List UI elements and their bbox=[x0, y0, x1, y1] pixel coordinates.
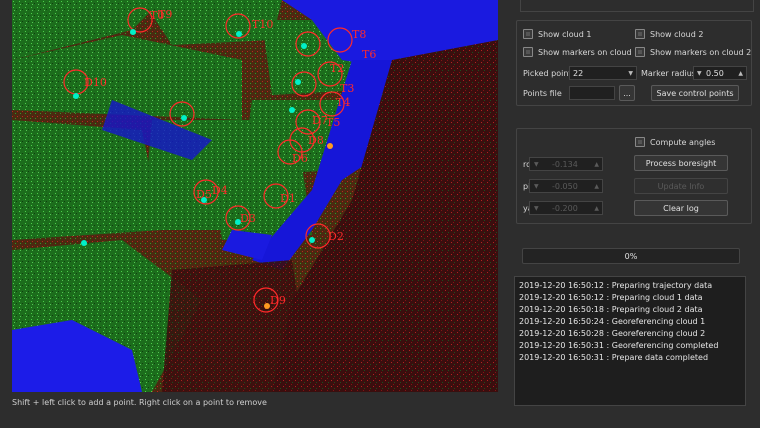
cloud-settings-group: Show cloud 1 Show cloud 2 Show markers o… bbox=[516, 20, 752, 106]
spin-up-icon[interactable]: ▲ bbox=[594, 183, 599, 190]
spin-down-icon[interactable]: ▼ bbox=[534, 205, 539, 212]
log-line: 2019-12-20 16:50:12 : Preparing trajecto… bbox=[519, 281, 713, 290]
picked-points-select[interactable]: 22 ▼ bbox=[569, 66, 637, 80]
pitch-value: -0.050 bbox=[552, 181, 578, 191]
marker-label: T10 bbox=[252, 18, 273, 31]
marker-label: T3 bbox=[340, 82, 354, 95]
checkbox-box[interactable] bbox=[635, 29, 645, 39]
marker-label: D5 bbox=[196, 188, 212, 201]
spin-up-icon[interactable]: ▲ bbox=[738, 70, 743, 77]
checkbox-box[interactable] bbox=[635, 47, 645, 57]
point-cloud-viewport[interactable]: T0 T9 T10 T8 T6 T2 T3 T4 T5 D7 D8 D6 D5 D4 D3 D1 D2 D9 D10 bbox=[12, 0, 498, 392]
clear-log-button[interactable]: Clear log bbox=[634, 200, 728, 216]
show-cloud-2-label: Show cloud 2 bbox=[650, 29, 704, 39]
marker-label: D6 bbox=[292, 152, 308, 165]
checkbox-box[interactable] bbox=[523, 29, 533, 39]
marker-radius-value: 0.50 bbox=[706, 68, 724, 78]
checkbox-box[interactable] bbox=[523, 47, 533, 57]
compute-angles-checkbox[interactable]: Compute angles bbox=[635, 137, 715, 147]
marker-label: T8 bbox=[352, 28, 366, 41]
show-markers-cloud-2-checkbox[interactable]: Show markers on cloud 2 bbox=[635, 47, 751, 57]
show-markers-cloud-1-checkbox[interactable]: Show markers on cloud 1 bbox=[523, 47, 639, 57]
marker-label: D9 bbox=[270, 294, 286, 307]
roll-value: -0.134 bbox=[552, 159, 578, 169]
log-line: 2019-12-20 16:50:31 : Prepare data compl… bbox=[519, 353, 709, 362]
roll-spinbox-field[interactable]: ▼ -0.134 ▲ bbox=[529, 157, 603, 171]
marker-label: T4 bbox=[336, 96, 350, 109]
compute-angles-label: Compute angles bbox=[650, 137, 716, 147]
show-cloud-1-label: Show cloud 1 bbox=[538, 29, 592, 39]
log-line: 2019-12-20 16:50:24 : Georeferencing clo… bbox=[519, 317, 706, 326]
show-cloud-1-checkbox[interactable]: Show cloud 1 bbox=[523, 29, 591, 39]
pitch-spinbox[interactable]: ▼ -0.050 ▲ bbox=[529, 179, 603, 193]
marker-label: D2 bbox=[328, 230, 344, 243]
update-info-button[interactable]: Update Info bbox=[634, 178, 728, 194]
process-boresight-button[interactable]: Process boresight bbox=[634, 155, 728, 171]
log-line: 2019-12-20 16:50:12 : Preparing cloud 1 … bbox=[519, 293, 703, 302]
spin-down-icon[interactable]: ▼ bbox=[534, 161, 539, 168]
spin-down-icon[interactable]: ▼ bbox=[534, 183, 539, 190]
progress-text: 0% bbox=[624, 251, 638, 261]
points-file-input[interactable] bbox=[569, 86, 615, 100]
spin-down-icon[interactable]: ▼ bbox=[697, 70, 702, 77]
picked-points-value: 22 bbox=[573, 68, 584, 78]
marker-label: D8 bbox=[308, 134, 324, 147]
marker-radius-label: Marker radius bbox=[641, 69, 696, 78]
log-output[interactable]: 2019-12-20 16:50:12 : Preparing trajecto… bbox=[514, 276, 746, 406]
marker-label: T9 bbox=[158, 8, 172, 21]
marker-label: T6 bbox=[362, 48, 376, 61]
log-line: 2019-12-20 16:50:18 : Preparing cloud 2 … bbox=[519, 305, 703, 314]
marker-label: D7 bbox=[312, 114, 328, 127]
marker-label: T2 bbox=[330, 62, 344, 75]
points-file-label: Points file bbox=[523, 89, 562, 98]
status-hint: Shift + left click to add a point. Right… bbox=[12, 398, 267, 407]
log-line: 2019-12-20 16:50:31 : Georeferencing com… bbox=[519, 341, 719, 350]
dropdown-arrow-icon: ▼ bbox=[628, 69, 633, 77]
panel-top-strip bbox=[520, 0, 754, 12]
spin-up-icon[interactable]: ▲ bbox=[594, 205, 599, 212]
checkbox-box[interactable] bbox=[635, 137, 645, 147]
show-markers-cloud-2-label: Show markers on cloud 2 bbox=[650, 47, 752, 57]
yaw-value: -0.200 bbox=[552, 203, 578, 213]
marker-label: D3 bbox=[240, 212, 256, 225]
marker-label: D1 bbox=[280, 192, 296, 205]
marker-label: T5 bbox=[326, 116, 340, 129]
boresight-group: Compute angles roll ▼ -0.134 ▲ pitch ▼ -… bbox=[516, 128, 752, 224]
marker-label: D10 bbox=[84, 76, 107, 89]
browse-button[interactable]: ... bbox=[619, 85, 635, 101]
point-cloud-render[interactable]: T0T9T10T8T6T2T3T4T5D7D8D6D5 D4D3D1D2D9D10 bbox=[12, 0, 498, 392]
picked-points-label: Picked points bbox=[523, 69, 576, 78]
progress-bar: 0% bbox=[522, 248, 740, 264]
spin-up-icon[interactable]: ▲ bbox=[594, 161, 599, 168]
marker-label: D4 bbox=[212, 184, 228, 197]
marker-radius-spinbox[interactable]: ▼ 0.50 ▲ bbox=[693, 66, 747, 80]
yaw-spinbox[interactable]: ▼ -0.200 ▲ bbox=[529, 201, 603, 215]
show-cloud-2-checkbox[interactable]: Show cloud 2 bbox=[635, 29, 703, 39]
control-panel: Show cloud 1 Show cloud 2 Show markers o… bbox=[508, 0, 760, 428]
log-line: 2019-12-20 16:50:28 : Georeferencing clo… bbox=[519, 329, 706, 338]
save-control-points-button[interactable]: Save control points bbox=[651, 85, 739, 101]
show-markers-cloud-1-label: Show markers on cloud 1 bbox=[538, 47, 640, 57]
